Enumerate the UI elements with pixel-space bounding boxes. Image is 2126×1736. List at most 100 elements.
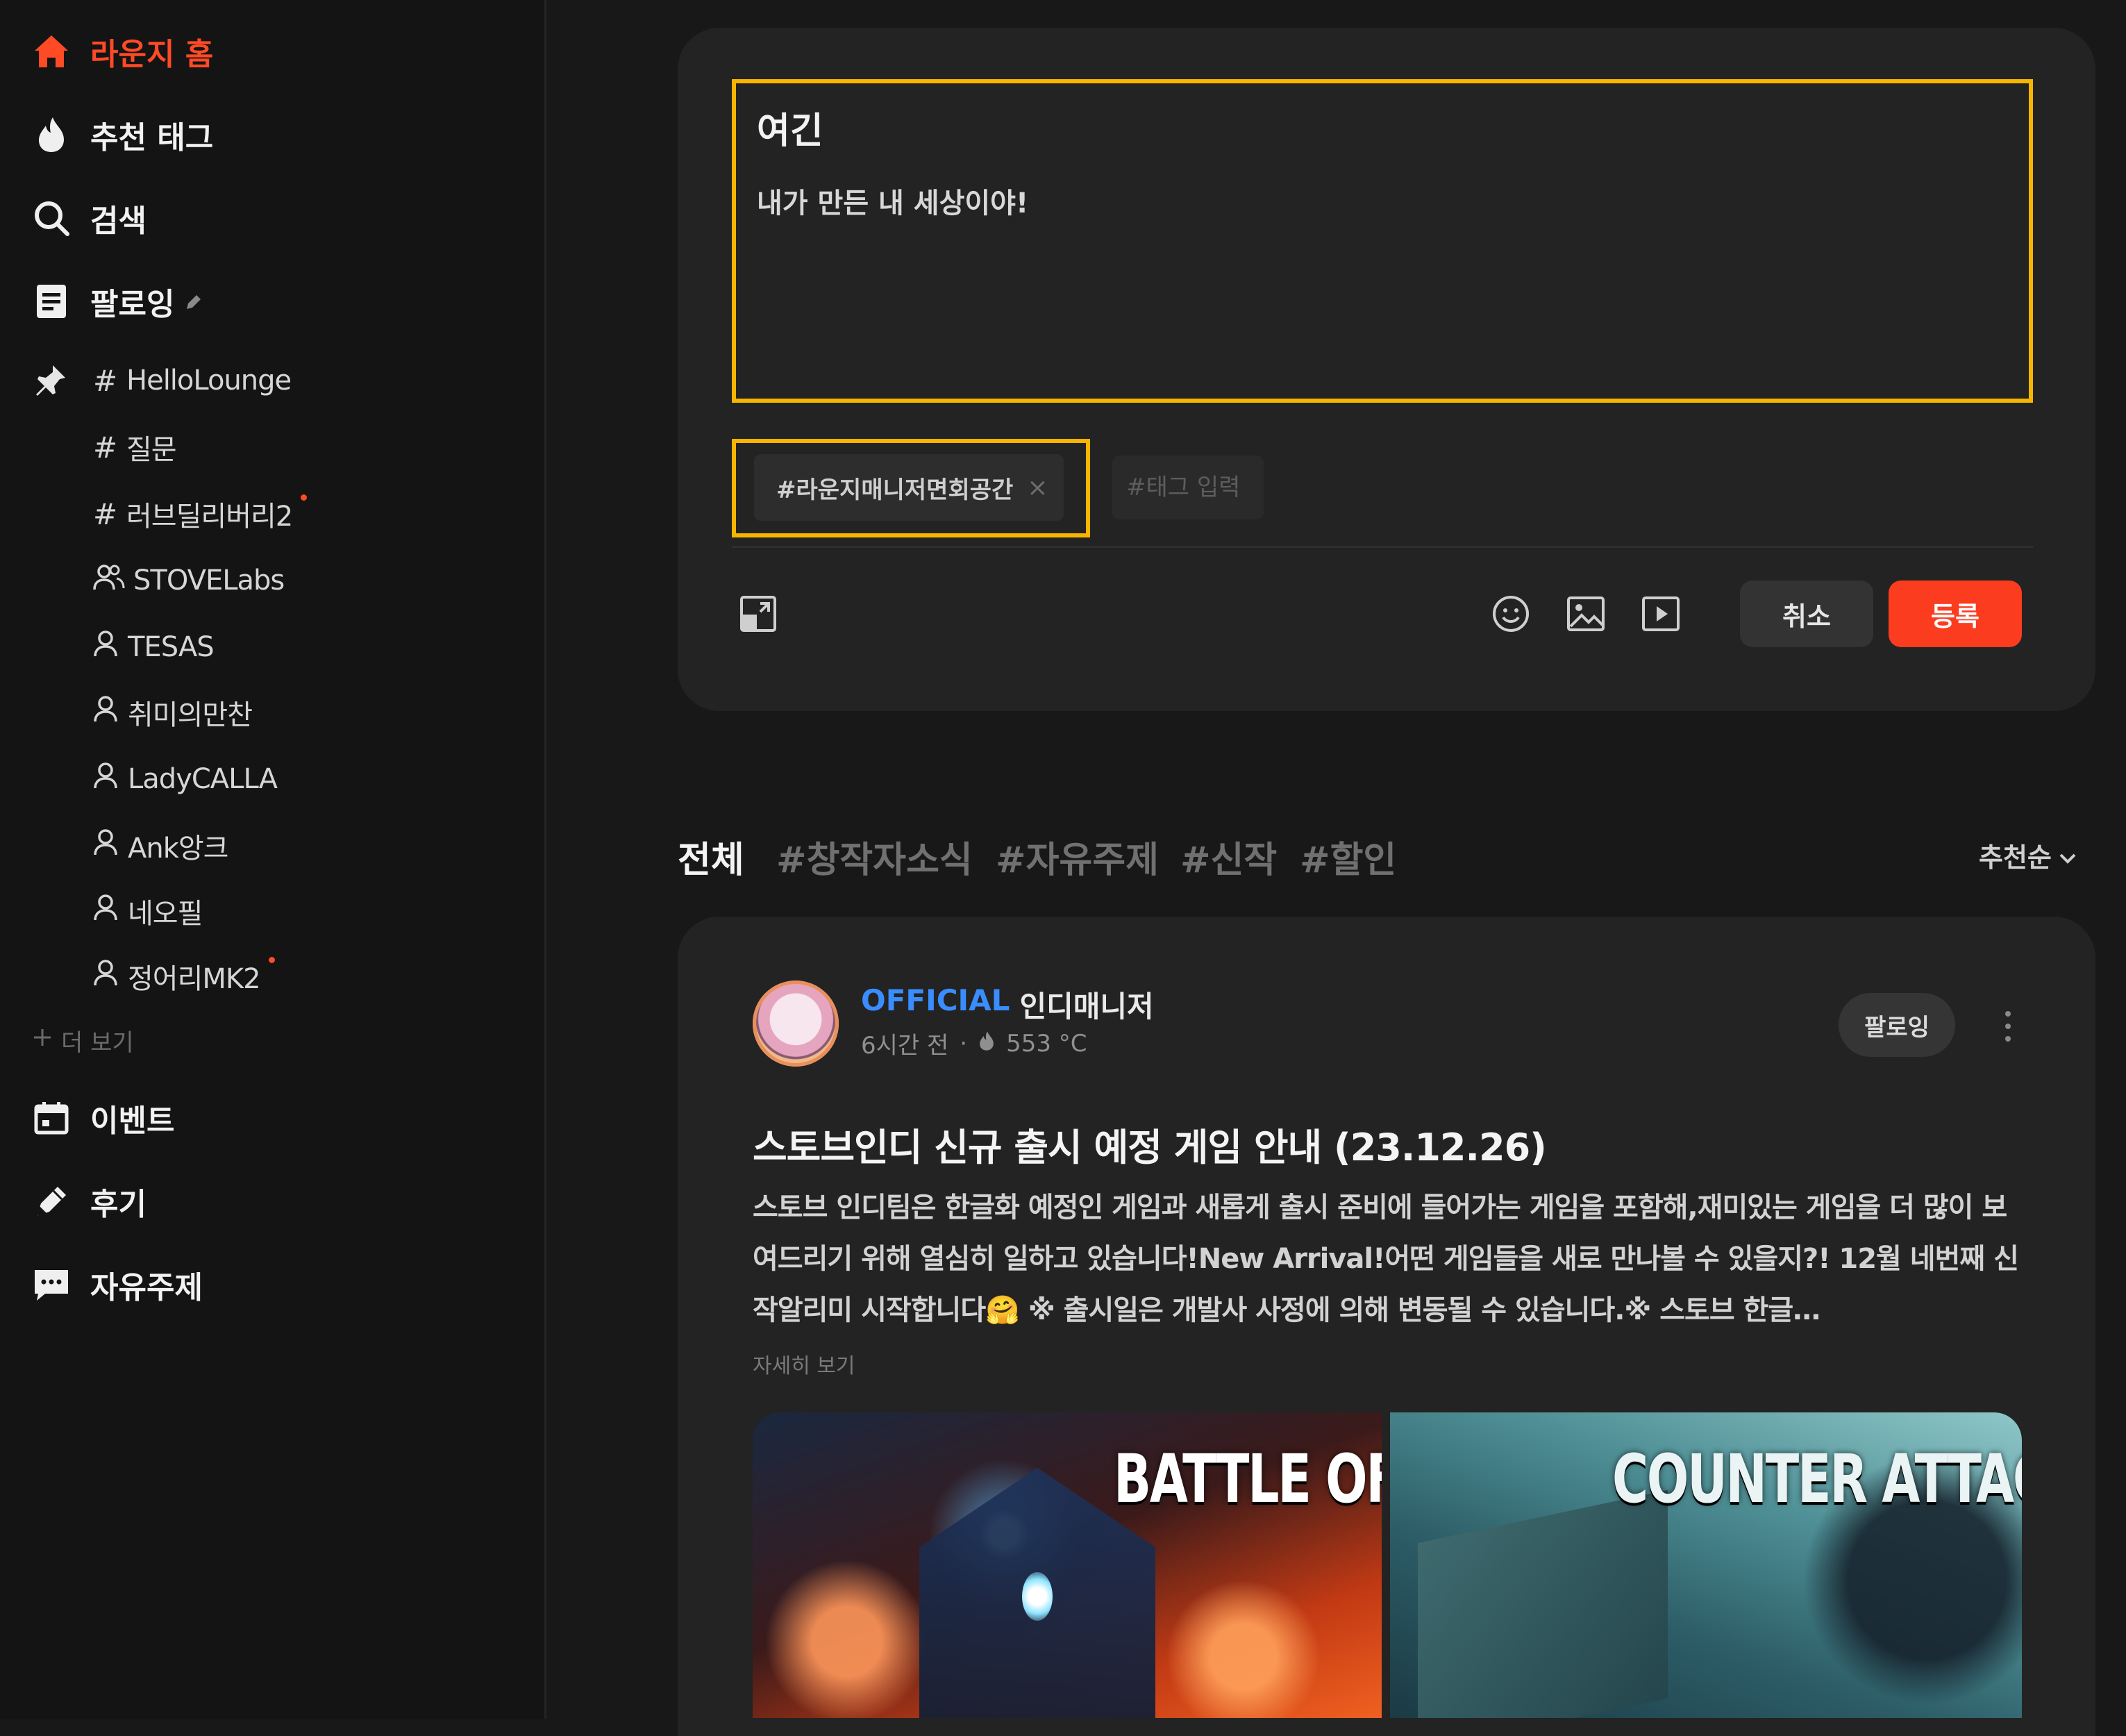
sort-dropdown[interactable]: 추천순 — [1979, 836, 2077, 874]
nav-following[interactable]: 팔로잉 — [32, 267, 203, 336]
tag-highlight-frame — [732, 439, 1090, 537]
flame-icon — [32, 115, 71, 154]
calendar-icon — [32, 1099, 71, 1137]
nav-recommended-tags[interactable]: 추천 태그 — [32, 100, 213, 169]
tag-input[interactable] — [1112, 456, 1264, 519]
nav-search-label: 검색 — [90, 203, 147, 239]
post-thumbnail[interactable]: BATTLE OF FAT — [753, 1412, 1382, 1718]
video-icon[interactable] — [1640, 593, 1682, 635]
post-thumbnail[interactable]: COUNTER ATTACI — [1390, 1412, 2022, 1718]
composer-editor[interactable]: 여긴 내가 만든 내 세상이야! — [732, 79, 2033, 403]
tab-sale[interactable]: #할인 — [1300, 831, 1396, 883]
pen-icon — [32, 1182, 71, 1221]
composer-divider — [732, 546, 2033, 548]
following-item-love-delivery2[interactable]: # 러브딜리버리2 — [93, 486, 308, 542]
meta-separator: · — [960, 1029, 968, 1058]
nav-lounge-home-label: 라운지 홈 — [90, 37, 214, 72]
user-icon — [93, 959, 121, 994]
sort-label: 추천순 — [1979, 842, 2052, 873]
composer-body-field[interactable]: 내가 만든 내 세상이야! — [757, 181, 1028, 221]
following-item-question[interactable]: # 질문 — [93, 419, 177, 475]
post-body[interactable]: 스토브 인디팀은 한글화 예정인 게임과 새롭게 출시 준비에 들어가는 게임을… — [753, 1182, 2030, 1336]
following-item-label: HelloLounge — [126, 365, 292, 397]
plus-icon — [32, 1026, 53, 1054]
edit-icon[interactable] — [184, 284, 203, 319]
nav-search[interactable]: 검색 — [32, 183, 147, 253]
tab-new-release[interactable]: #신작 — [1180, 831, 1277, 883]
emoji-icon[interactable] — [1490, 593, 1532, 635]
submit-button[interactable]: 등록 — [1889, 581, 2022, 647]
tab-all[interactable]: 전체 — [678, 831, 744, 883]
following-item-label: 정어리MK2 — [128, 963, 261, 995]
following-item-label: LadyCALLA — [128, 763, 278, 795]
following-item-hellolounge[interactable]: # HelloLounge — [93, 353, 292, 408]
post-composer: 여긴 내가 만든 내 세상이야! #라운지매니저면회공간 × 취소 등록 — [678, 28, 2095, 711]
sidebar: 라운지 홈 추천 태그 검색 팔로잉 # HelloLounge # 질문 # … — [0, 0, 546, 1719]
home-icon — [32, 32, 71, 71]
cancel-button[interactable]: 취소 — [1740, 581, 1873, 647]
following-item-label: 네오필 — [128, 898, 203, 930]
following-item-sardine-mk2[interactable]: 정어리MK2 — [93, 949, 275, 1004]
following-item-label: TESAS — [128, 631, 215, 663]
flame-icon — [978, 1030, 995, 1058]
hashtag-icon: # — [93, 430, 117, 465]
tab-creator-news[interactable]: #창작자소식 — [776, 831, 973, 883]
nav-lounge-home[interactable]: 라운지 홈 — [32, 17, 213, 86]
nav-recommended-tags-label: 추천 태그 — [90, 120, 214, 156]
following-item-label: 질문 — [126, 434, 177, 466]
following-item-stovelabs[interactable]: STOVELabs — [93, 553, 285, 608]
show-more-link[interactable]: 더 보기 — [32, 1021, 134, 1060]
post-card[interactable]: OFFICIAL 인디매니저 6시간 전 · 553 °C 팔로잉 스토브인디 … — [678, 917, 2095, 1736]
search-icon — [32, 199, 71, 237]
following-item-label: 러브딜리버리2 — [126, 501, 293, 533]
nav-following-label: 팔로잉 — [90, 287, 175, 322]
following-item-ladycalla[interactable]: LadyCALLA — [93, 751, 278, 807]
user-icon — [93, 695, 121, 730]
hashtag-icon: # — [93, 496, 117, 531]
expand-icon[interactable] — [737, 593, 779, 635]
following-item-tesas[interactable]: TESAS — [93, 619, 215, 675]
follow-button[interactable]: 팔로잉 — [1839, 993, 1955, 1057]
show-more-label: 더 보기 — [61, 1028, 134, 1057]
nav-free-topic[interactable]: 자유주제 — [32, 1250, 203, 1319]
following-item-ank[interactable]: Ank앙크 — [93, 818, 228, 874]
official-badge: OFFICIAL — [861, 983, 1010, 1017]
user-icon — [93, 762, 121, 796]
new-badge-dot — [301, 494, 308, 501]
composer-title-field[interactable]: 여긴 — [757, 101, 823, 153]
avatar[interactable] — [753, 980, 839, 1067]
read-more-link[interactable]: 자세히 보기 — [753, 1349, 855, 1379]
new-badge-dot — [268, 957, 275, 963]
image-icon[interactable] — [1565, 593, 1607, 635]
thumbnail-title: BATTLE OF FAT — [1114, 1440, 1382, 1518]
user-icon — [93, 894, 121, 928]
post-temperature: 553 °C — [1006, 1029, 1087, 1058]
nav-events[interactable]: 이벤트 — [32, 1083, 174, 1153]
nav-reviews[interactable]: 후기 — [32, 1167, 147, 1236]
hashtag-icon: # — [93, 363, 117, 398]
pin-icon — [32, 362, 71, 401]
user-icon — [93, 828, 121, 863]
tab-free-topic[interactable]: #자유주제 — [996, 831, 1159, 883]
nav-free-topic-label: 자유주제 — [90, 1270, 203, 1305]
glow-illustration — [1022, 1572, 1053, 1621]
post-meta: 6시간 전 · 553 °C — [861, 1026, 1087, 1060]
following-item-hobby-feast[interactable]: 취미의만찬 — [93, 685, 253, 740]
group-icon — [93, 563, 126, 598]
more-options-icon[interactable] — [1994, 999, 2022, 1054]
thumbnail-title: COUNTER ATTACI — [1612, 1440, 2022, 1518]
following-item-label: STOVELabs — [133, 565, 285, 596]
following-item-label: 취미의만찬 — [128, 699, 253, 731]
post-time: 6시간 전 — [861, 1032, 949, 1060]
post-author-line[interactable]: OFFICIAL 인디매니저 — [861, 983, 1154, 1026]
house-illustration — [1418, 1489, 1668, 1718]
chat-icon — [32, 1265, 71, 1304]
document-icon — [32, 282, 71, 321]
author-name[interactable]: 인디매니저 — [1019, 983, 1153, 1026]
following-item-neophil[interactable]: 네오필 — [93, 883, 203, 939]
post-title[interactable]: 스토브인디 신규 출시 예정 게임 안내 (23.12.26) — [753, 1117, 1547, 1171]
nav-events-label: 이벤트 — [90, 1103, 175, 1139]
nav-reviews-label: 후기 — [90, 1187, 147, 1222]
user-icon — [93, 630, 121, 665]
following-item-label: Ank앙크 — [128, 833, 228, 865]
